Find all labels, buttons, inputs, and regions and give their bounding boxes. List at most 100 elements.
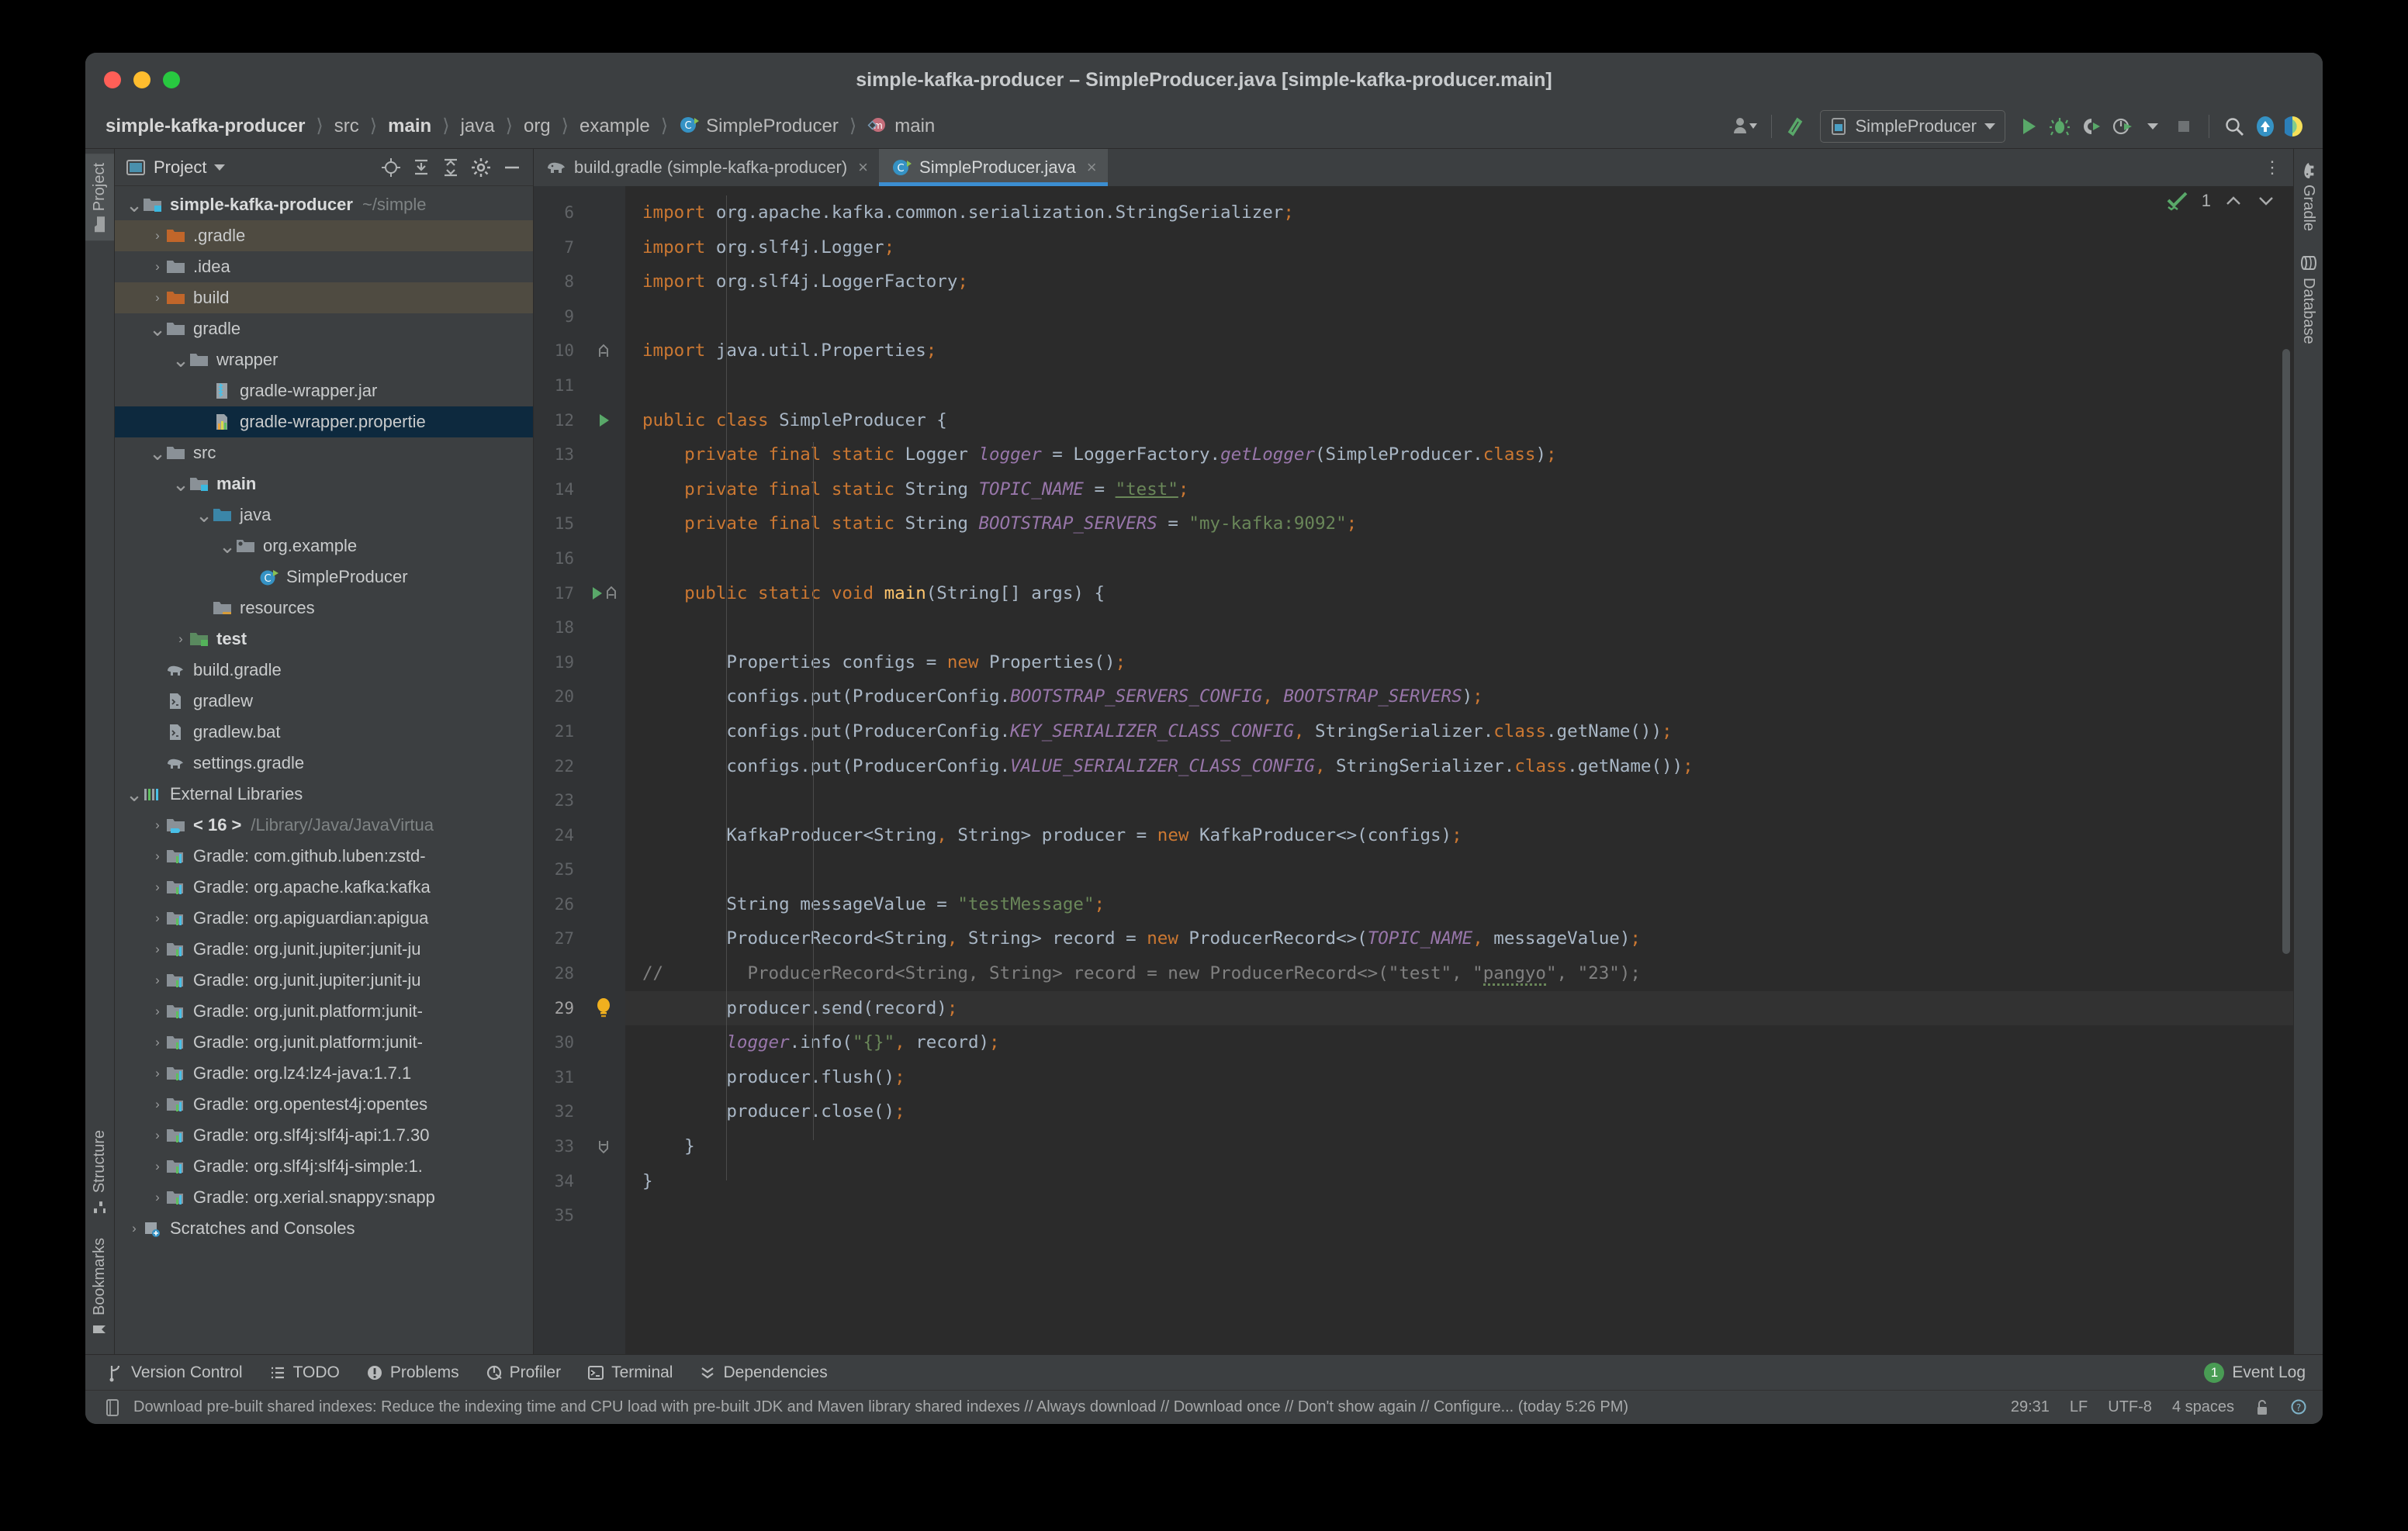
bottom-item-version-control[interactable]: Version Control bbox=[107, 1363, 243, 1382]
bottom-item-profiler[interactable]: Profiler bbox=[486, 1363, 562, 1382]
profiler-dropdown-icon[interactable] bbox=[2137, 109, 2168, 143]
code-line[interactable]: public class SimpleProducer { bbox=[642, 403, 2293, 438]
code-line[interactable]: KafkaProducer<String, String> producer =… bbox=[642, 818, 2293, 853]
chevron-right-icon[interactable]: › bbox=[149, 1066, 166, 1081]
breadcrumb-item-java[interactable]: java bbox=[458, 114, 498, 139]
tree-node[interactable]: ⌄java bbox=[115, 499, 533, 530]
tree-node[interactable]: gradlew bbox=[115, 686, 533, 717]
code-line[interactable]: } bbox=[642, 1164, 2293, 1199]
breadcrumb-item-class[interactable]: C SimpleProducer bbox=[676, 113, 842, 139]
tree-node[interactable]: ›Gradle: org.xerial.snappy:snapp bbox=[115, 1182, 533, 1213]
run-configuration-selector[interactable]: SimpleProducer bbox=[1820, 110, 2005, 143]
sidebar-item-gradle[interactable]: Gradle bbox=[2299, 154, 2318, 240]
code-line[interactable]: // ProducerRecord<String, String> record… bbox=[625, 956, 2293, 991]
close-icon[interactable]: × bbox=[1087, 157, 1097, 178]
chevron-down-icon[interactable] bbox=[214, 164, 225, 171]
editor-scrollbar[interactable] bbox=[2282, 349, 2290, 954]
help-question-icon[interactable]: ? bbox=[2290, 1398, 2309, 1417]
tree-node[interactable]: ›Gradle: org.slf4j:slf4j-api:1.7.30 bbox=[115, 1120, 533, 1151]
sidebar-item-structure[interactable]: Structure bbox=[91, 1121, 109, 1224]
chevron-right-icon[interactable]: › bbox=[149, 817, 166, 833]
tree-node[interactable]: ›.idea bbox=[115, 251, 533, 282]
chevron-right-icon[interactable]: › bbox=[149, 1004, 166, 1019]
code-content[interactable]: import org.apache.kafka.common.serializa… bbox=[625, 186, 2293, 1354]
code-line[interactable]: configs.put(ProducerConfig.BOOTSTRAP_SER… bbox=[642, 679, 2293, 714]
settings-gear-icon[interactable] bbox=[471, 157, 491, 178]
tree-node[interactable]: ›test bbox=[115, 624, 533, 655]
breadcrumb-item-method[interactable]: m main bbox=[864, 113, 938, 139]
profiler-icon[interactable] bbox=[2106, 109, 2137, 143]
debug-icon[interactable] bbox=[2044, 109, 2075, 143]
build-hammer-icon[interactable] bbox=[1781, 109, 1812, 143]
read-only-lock-icon[interactable] bbox=[2254, 1398, 2270, 1417]
chevron-right-icon[interactable]: › bbox=[149, 1190, 166, 1205]
tree-node[interactable]: ›< 16 >/Library/Java/JavaVirtua bbox=[115, 810, 533, 841]
sidebar-item-database[interactable]: Database bbox=[2299, 245, 2317, 354]
code-line[interactable]: producer.close(); bbox=[642, 1094, 2293, 1129]
chevron-right-icon[interactable]: › bbox=[149, 1035, 166, 1050]
project-tree[interactable]: ⌄simple-kafka-producer~/simple›.gradle›.… bbox=[115, 186, 533, 1354]
next-problem-icon[interactable] bbox=[2256, 193, 2276, 209]
chevron-down-icon[interactable]: ⌄ bbox=[219, 538, 236, 554]
tree-node[interactable]: ›Gradle: org.junit.jupiter:junit-ju bbox=[115, 965, 533, 996]
run-icon[interactable] bbox=[2013, 109, 2044, 143]
notification-icon[interactable] bbox=[104, 1398, 121, 1417]
chevron-right-icon[interactable]: › bbox=[149, 228, 166, 244]
tree-node[interactable]: ⌄gradle bbox=[115, 313, 533, 344]
chevron-down-icon[interactable]: ⌄ bbox=[149, 445, 166, 461]
previous-problem-icon[interactable] bbox=[2223, 193, 2244, 209]
code-line[interactable]: import org.slf4j.LoggerFactory; bbox=[642, 264, 2293, 299]
tree-node[interactable]: ›Gradle: org.lz4:lz4-java:1.7.1 bbox=[115, 1058, 533, 1089]
close-icon[interactable]: × bbox=[858, 157, 868, 178]
tree-node[interactable]: gradlew.bat bbox=[115, 717, 533, 748]
updates-icon[interactable] bbox=[2250, 109, 2281, 143]
code-line[interactable]: public static void main(String[] args) { bbox=[642, 576, 2293, 611]
chevron-right-icon[interactable]: › bbox=[172, 631, 189, 647]
code-line[interactable]: configs.put(ProducerConfig.KEY_SERIALIZE… bbox=[642, 714, 2293, 749]
chevron-right-icon[interactable]: › bbox=[149, 973, 166, 988]
breadcrumb-item-project[interactable]: simple-kafka-producer bbox=[102, 114, 308, 139]
breadcrumb-item-src[interactable]: src bbox=[331, 114, 362, 139]
tree-node[interactable]: ⌄External Libraries bbox=[115, 779, 533, 810]
breadcrumb-item-example[interactable]: example bbox=[576, 114, 653, 139]
chevron-right-icon[interactable]: › bbox=[149, 1128, 166, 1143]
code-line[interactable]: private final static String BOOTSTRAP_SE… bbox=[642, 506, 2293, 541]
chevron-right-icon[interactable]: › bbox=[149, 880, 166, 895]
tree-node[interactable]: ›Gradle: org.junit.platform:junit- bbox=[115, 1027, 533, 1058]
bottom-item-terminal[interactable]: Terminal bbox=[587, 1363, 673, 1382]
tree-node[interactable]: gradle-wrapper.propertie bbox=[115, 406, 533, 437]
code-editor[interactable]: 6789101112131415161718192021222324252627… bbox=[534, 186, 2293, 1354]
inspection-widget[interactable]: 1 bbox=[2166, 191, 2276, 211]
gutter-mark[interactable] bbox=[582, 403, 625, 438]
tree-node[interactable]: ›Gradle: org.junit.platform:junit- bbox=[115, 996, 533, 1027]
tree-node[interactable]: ›.gradle bbox=[115, 220, 533, 251]
code-line[interactable]: producer.send(record); bbox=[625, 991, 2293, 1026]
stop-icon[interactable] bbox=[2168, 109, 2199, 143]
gutter-mark[interactable] bbox=[582, 1129, 625, 1164]
breadcrumb-item-main[interactable]: main bbox=[385, 114, 434, 139]
chevron-right-icon[interactable]: › bbox=[149, 290, 166, 306]
line-separator[interactable]: LF bbox=[2070, 1398, 2088, 1416]
search-everywhere-icon[interactable] bbox=[2219, 109, 2250, 143]
chevron-down-icon[interactable]: ⌄ bbox=[126, 197, 143, 213]
more-options-icon[interactable]: ⋮ bbox=[2251, 149, 2293, 186]
file-encoding[interactable]: UTF-8 bbox=[2108, 1398, 2152, 1416]
tree-node[interactable]: resources bbox=[115, 593, 533, 624]
sidebar-item-bookmarks[interactable]: Bookmarks bbox=[91, 1229, 109, 1346]
chevron-down-icon[interactable]: ⌄ bbox=[149, 321, 166, 337]
chevron-down-icon[interactable]: ⌄ bbox=[172, 352, 189, 368]
chevron-down-icon[interactable]: ⌄ bbox=[126, 786, 143, 802]
chevron-right-icon[interactable]: › bbox=[149, 848, 166, 864]
expand-all-icon[interactable] bbox=[412, 157, 431, 178]
tree-node[interactable]: settings.gradle bbox=[115, 748, 533, 779]
hide-panel-icon[interactable] bbox=[502, 157, 522, 178]
code-line[interactable] bbox=[642, 610, 2293, 645]
code-line[interactable]: import java.util.Properties; bbox=[642, 334, 2293, 368]
tree-node[interactable]: ›Gradle: org.junit.jupiter:junit-ju bbox=[115, 934, 533, 965]
code-line[interactable]: import org.apache.kafka.common.serializa… bbox=[642, 195, 2293, 230]
code-line[interactable] bbox=[642, 368, 2293, 403]
tree-node[interactable]: ⌄wrapper bbox=[115, 344, 533, 375]
tree-node[interactable]: ⌄org.example bbox=[115, 530, 533, 562]
tree-node[interactable]: gradle-wrapper.jar bbox=[115, 375, 533, 406]
tab-build-gradle[interactable]: build.gradle (simple-kafka-producer) × bbox=[534, 149, 879, 186]
